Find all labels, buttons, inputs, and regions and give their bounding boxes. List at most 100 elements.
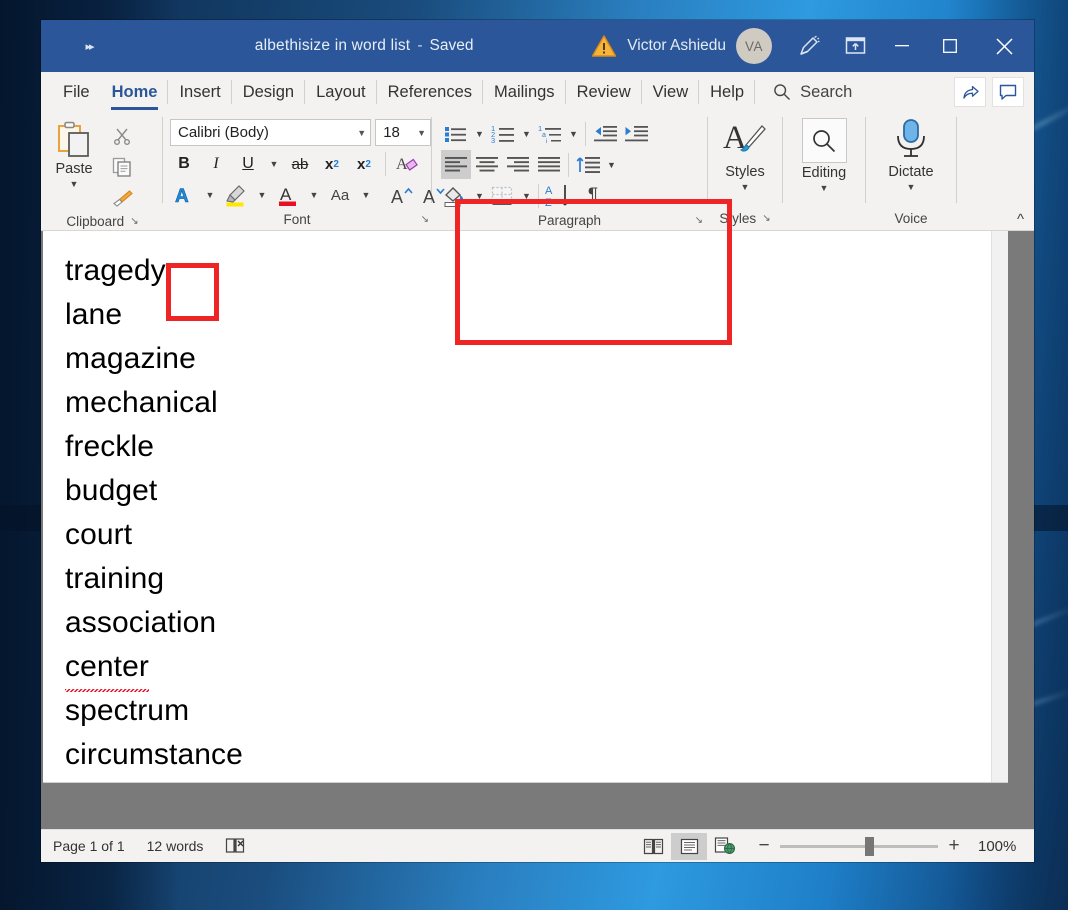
editing-dropdown-caret-icon[interactable]: ▼ <box>820 183 829 193</box>
font-size-input[interactable]: 18 ▼ <box>375 119 431 146</box>
borders-button[interactable] <box>488 181 518 210</box>
superscript-button[interactable]: x2 <box>350 150 378 178</box>
font-color-caret-icon[interactable]: ▼ <box>306 181 322 209</box>
text-highlight-color-button[interactable] <box>222 181 250 209</box>
font-name-chevron-down-icon[interactable]: ▼ <box>357 128 366 138</box>
show-formatting-marks-button[interactable]: ¶ <box>578 181 608 210</box>
numbering-caret-icon[interactable]: ▼ <box>519 119 534 148</box>
format-painter-button[interactable] <box>105 184 139 212</box>
zoom-out-button[interactable]: − <box>757 835 771 857</box>
ink-pen-button[interactable] <box>786 20 832 72</box>
document-text-body[interactable]: tragedy lane magazine mechanical freckle… <box>43 231 1008 777</box>
ribbon-group-font: Calibri (Body) ▼ 18 ▼ B I U ▼ ab x2 x 2 … <box>163 112 445 230</box>
quick-access-toolbar[interactable]: ▸▸ <box>41 20 137 72</box>
line-spacing-button[interactable] <box>573 150 603 179</box>
multilevel-list-button[interactable]: 1 a i <box>535 119 565 148</box>
cut-button[interactable] <box>105 122 139 150</box>
decrease-indent-button[interactable] <box>590 119 620 148</box>
styles-dropdown-caret-icon[interactable]: ▼ <box>741 182 750 192</box>
bullets-button[interactable] <box>441 119 471 148</box>
close-button[interactable] <box>974 20 1034 72</box>
subscript-button[interactable]: x2 <box>318 150 346 178</box>
change-case-caret-icon[interactable]: ▼ <box>358 181 374 209</box>
sort-button[interactable]: A Z <box>543 181 577 210</box>
tab-insert[interactable]: Insert <box>168 72 233 112</box>
tab-mailings[interactable]: Mailings <box>483 72 566 112</box>
tab-review[interactable]: Review <box>566 72 642 112</box>
zoom-slider-thumb[interactable] <box>865 836 874 856</box>
zoom-level-label[interactable]: 100% <box>978 838 1024 855</box>
strikethrough-button[interactable]: ab <box>286 150 314 178</box>
clipboard-dialog-launcher[interactable]: ↘ <box>130 216 138 227</box>
shading-button[interactable] <box>441 181 471 210</box>
multilevel-caret-icon[interactable]: ▼ <box>566 119 581 148</box>
collapse-ribbon-chevron-icon[interactable]: ^ <box>1017 211 1024 228</box>
dictate-dropdown-caret-icon[interactable]: ▼ <box>907 182 916 192</box>
document-line: freckle <box>65 425 1008 469</box>
highlight-caret-icon[interactable]: ▼ <box>254 181 270 209</box>
paragraph-dialog-launcher[interactable]: ↘ <box>695 215 703 226</box>
text-effects-caret-icon[interactable]: ▼ <box>202 181 218 209</box>
dictate-button[interactable]: Dictate ▼ <box>866 116 956 192</box>
avatar[interactable]: VA <box>736 28 772 64</box>
tab-layout[interactable]: Layout <box>305 72 377 112</box>
tab-file[interactable]: File <box>52 72 101 112</box>
justify-button[interactable] <box>534 150 564 179</box>
comments-button[interactable] <box>992 77 1024 107</box>
share-button[interactable] <box>954 77 986 107</box>
font-color-row: A ▼ ▼ A ▼ Aa ▼ A A <box>163 178 445 209</box>
print-layout-view-button[interactable] <box>671 832 707 860</box>
change-case-button[interactable]: Aa <box>326 181 354 209</box>
text-effects-button[interactable]: A <box>170 181 198 209</box>
tab-view[interactable]: View <box>642 72 700 112</box>
align-left-button[interactable] <box>441 150 471 179</box>
increase-indent-button[interactable] <box>621 119 651 148</box>
vertical-scrollbar[interactable] <box>991 231 1008 782</box>
font-color-button[interactable]: A <box>274 181 302 209</box>
tab-design[interactable]: Design <box>232 72 306 112</box>
paragraph-group-label: Paragraph ↘ <box>432 211 707 230</box>
present-online-button[interactable] <box>832 20 878 72</box>
tab-references[interactable]: References <box>377 72 484 112</box>
shading-caret-icon[interactable]: ▼ <box>472 181 487 210</box>
numbering-button[interactable]: 1 2 3 <box>488 119 518 148</box>
paste-button[interactable]: Paste ▼ <box>43 116 105 189</box>
tab-home[interactable]: Home <box>101 72 169 112</box>
editing-button[interactable]: Editing ▼ <box>783 116 865 193</box>
read-mode-view-button[interactable] <box>635 833 671 860</box>
web-layout-view-button[interactable] <box>707 833 743 860</box>
align-right-button[interactable] <box>503 150 533 179</box>
styles-group-label-text: Styles <box>719 210 757 226</box>
search-box[interactable]: Search <box>755 72 852 112</box>
italic-button[interactable]: I <box>202 150 230 178</box>
bullets-caret-icon[interactable]: ▼ <box>472 119 487 148</box>
paste-dropdown-caret-icon[interactable]: ▼ <box>70 179 79 189</box>
bold-button[interactable]: B <box>170 150 198 178</box>
zoom-slider[interactable] <box>780 836 938 856</box>
tab-view-label: View <box>652 82 689 101</box>
align-center-button[interactable] <box>472 150 502 179</box>
zoom-in-button[interactable]: + <box>947 835 961 857</box>
clear-formatting-button[interactable]: A <box>393 150 421 178</box>
word-item: lane <box>65 298 123 331</box>
proofing-errors-icon[interactable] <box>225 837 247 855</box>
font-size-chevron-down-icon[interactable]: ▼ <box>417 128 426 138</box>
font-name-input[interactable]: Calibri (Body) ▼ <box>170 119 372 146</box>
word-count[interactable]: 12 words <box>147 838 204 854</box>
borders-caret-icon[interactable]: ▼ <box>519 181 534 210</box>
page-indicator[interactable]: Page 1 of 1 <box>53 838 125 854</box>
font-dialog-launcher[interactable]: ↘ <box>421 214 429 225</box>
minimize-button[interactable] <box>878 20 926 72</box>
tab-help[interactable]: Help <box>699 72 756 112</box>
underline-button[interactable]: U <box>234 150 262 178</box>
underline-dropdown-caret-icon[interactable]: ▼ <box>266 150 282 178</box>
document-page[interactable]: tragedy lane magazine mechanical freckle… <box>43 231 1008 783</box>
tab-mailings-label: Mailings <box>494 82 555 101</box>
copy-button[interactable] <box>105 153 139 181</box>
grow-font-button[interactable]: A <box>388 181 416 209</box>
line-spacing-caret-icon[interactable]: ▼ <box>604 150 619 179</box>
svg-text:Z: Z <box>545 197 552 208</box>
styles-dialog-launcher[interactable]: ↘ <box>762 213 770 224</box>
styles-button[interactable]: A Styles ▼ <box>708 116 782 192</box>
maximize-button[interactable] <box>926 20 974 72</box>
